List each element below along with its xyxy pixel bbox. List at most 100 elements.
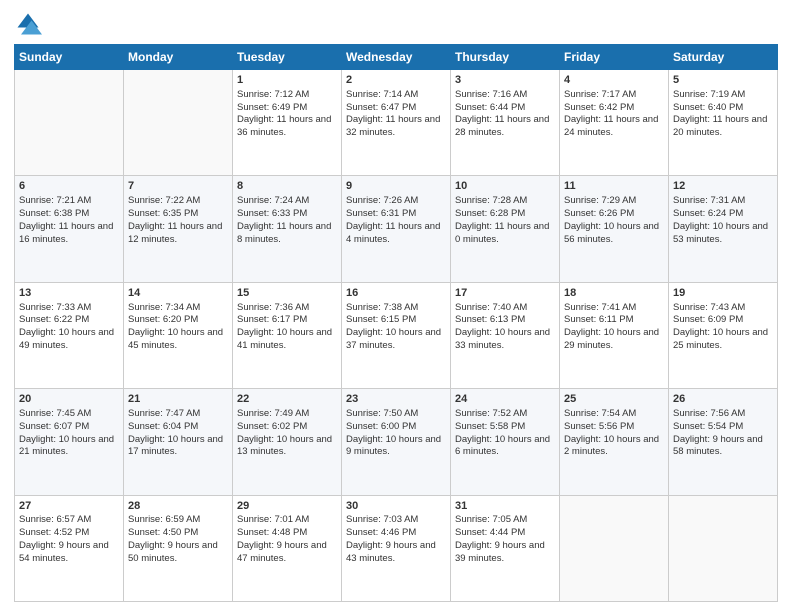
daylight-text: Daylight: 11 hours and 8 minutes. xyxy=(237,221,331,245)
calendar-header-monday: Monday xyxy=(124,45,233,70)
day-number: 5 xyxy=(673,73,773,88)
calendar-week-row: 27Sunrise: 6:57 AMSunset: 4:52 PMDayligh… xyxy=(15,495,778,601)
calendar-header-saturday: Saturday xyxy=(669,45,778,70)
sunset-text: Sunset: 6:33 PM xyxy=(237,208,307,219)
calendar-cell: 6Sunrise: 7:21 AMSunset: 6:38 PMDaylight… xyxy=(15,176,124,282)
calendar-cell: 29Sunrise: 7:01 AM Sunset: 4:48 PM Dayligh… xyxy=(233,495,342,601)
day-number: 31 xyxy=(455,499,555,514)
daylight-text: Daylight: 10 hours and 37 minutes. xyxy=(346,327,441,351)
calendar-cell: 19Sunrise: 7:43 AMSunset: 6:09 PMDayligh… xyxy=(669,282,778,388)
calendar-cell: 24Sunrise: 7:52 AMSunset: 5:58 PMDayligh… xyxy=(451,389,560,495)
calendar-cell: 11Sunrise: 7:29 AMSunset: 6:26 PMDayligh… xyxy=(560,176,669,282)
sunset-text: Sunset: 6:44 PM xyxy=(455,102,525,113)
day-number: 28 xyxy=(128,499,228,514)
daylight-text: Daylight: 10 hours and 29 minutes. xyxy=(564,327,659,351)
calendar-cell: 30Sunrise: 7:03 AMSunset: 4:46 PMDayligh… xyxy=(342,495,451,601)
calendar-cell: 1Sunrise: 7:12 AMSunset: 6:49 PMDaylight… xyxy=(233,70,342,176)
sunrise-text: Sunrise: 7:21 AM xyxy=(19,195,91,206)
sunrise-text: Sunrise: 7:03 AM xyxy=(346,514,418,525)
daylight-text: Daylight: 10 hours and 9 minutes. xyxy=(346,434,441,458)
day-number: 21 xyxy=(128,392,228,407)
sunrise-text: Sunrise: 7:17 AM xyxy=(564,89,636,100)
day-number: 30 xyxy=(346,499,446,514)
daylight-text: Daylight: 9 hours and 47 minutes. xyxy=(237,540,327,564)
calendar-cell: 21Sunrise: 7:47 AMSunset: 6:04 PMDayligh… xyxy=(124,389,233,495)
day-number: 3 xyxy=(455,73,555,88)
calendar-header-wednesday: Wednesday xyxy=(342,45,451,70)
logo-icon xyxy=(14,10,42,38)
day-number: 23 xyxy=(346,392,446,407)
daylight-text: Daylight: 10 hours and 45 minutes. xyxy=(128,327,223,351)
sunset-text: Sunset: 6:09 PM xyxy=(673,314,743,325)
calendar-cell: 23Sunrise: 7:50 AMSunset: 6:00 PMDayligh… xyxy=(342,389,451,495)
calendar-cell: 10Sunrise: 7:28 AMSunset: 6:28 PMDayligh… xyxy=(451,176,560,282)
sunset-text: Sunset: 6:38 PM xyxy=(19,208,89,219)
sunrise-text: Sunrise: 7:05 AM xyxy=(455,514,527,525)
sunset-text: Sunset: 6:15 PM xyxy=(346,314,416,325)
sunrise-text: Sunrise: 7:52 AM xyxy=(455,408,527,419)
day-number: 14 xyxy=(128,286,228,301)
sunrise-text: Sunrise: 7:38 AM xyxy=(346,302,418,313)
calendar-cell: 22Sunrise: 7:49 AM Sunset: 6:02 PM Dayligh… xyxy=(233,389,342,495)
day-number: 16 xyxy=(346,286,446,301)
calendar-cell: 26Sunrise: 7:56 AMSunset: 5:54 PMDayligh… xyxy=(669,389,778,495)
sunset-text: Sunset: 6:28 PM xyxy=(455,208,525,219)
day-number: 13 xyxy=(19,286,119,301)
sunset-text: Sunset: 4:48 PM xyxy=(237,527,307,538)
calendar-header-friday: Friday xyxy=(560,45,669,70)
sunrise-text: Sunrise: 7:26 AM xyxy=(346,195,418,206)
daylight-text: Daylight: 10 hours and 13 minutes. xyxy=(237,434,332,458)
sunrise-text: Sunrise: 7:01 AM xyxy=(237,514,309,525)
day-number: 25 xyxy=(564,392,664,407)
daylight-text: Daylight: 9 hours and 50 minutes. xyxy=(128,540,218,564)
calendar-cell xyxy=(669,495,778,601)
sunset-text: Sunset: 6:47 PM xyxy=(346,102,416,113)
sunset-text: Sunset: 6:42 PM xyxy=(564,102,634,113)
sunset-text: Sunset: 5:54 PM xyxy=(673,421,743,432)
daylight-text: Daylight: 11 hours and 20 minutes. xyxy=(673,114,767,138)
daylight-text: Daylight: 11 hours and 36 minutes. xyxy=(237,114,331,138)
calendar-cell: 20Sunrise: 7:45 AMSunset: 6:07 PMDayligh… xyxy=(15,389,124,495)
daylight-text: Daylight: 9 hours and 39 minutes. xyxy=(455,540,545,564)
sunrise-text: Sunrise: 7:31 AM xyxy=(673,195,745,206)
sunrise-text: Sunrise: 7:29 AM xyxy=(564,195,636,206)
sunset-text: Sunset: 4:44 PM xyxy=(455,527,525,538)
sunset-text: Sunset: 5:56 PM xyxy=(564,421,634,432)
calendar-week-row: 13Sunrise: 7:33 AMSunset: 6:22 PM Dayligh… xyxy=(15,282,778,388)
calendar-cell: 8Sunrise: 7:24 AMSunset: 6:33 PMDaylight… xyxy=(233,176,342,282)
calendar-cell: 28Sunrise: 6:59 AMSunset: 4:50 PMDayligh… xyxy=(124,495,233,601)
sunset-text: Sunset: 6:49 PM xyxy=(237,102,307,113)
sunrise-text: Sunrise: 7:49 AM xyxy=(237,408,309,419)
sunrise-text: Sunrise: 7:34 AM xyxy=(128,302,200,313)
day-number: 29 xyxy=(237,499,337,514)
calendar-week-row: 1Sunrise: 7:12 AMSunset: 6:49 PMDaylight… xyxy=(15,70,778,176)
calendar-header-thursday: Thursday xyxy=(451,45,560,70)
sunset-text: Sunset: 6:22 PM xyxy=(19,314,89,325)
logo xyxy=(14,10,46,38)
day-number: 4 xyxy=(564,73,664,88)
sunrise-text: Sunrise: 7:33 AM xyxy=(19,302,91,313)
sunset-text: Sunset: 6:00 PM xyxy=(346,421,416,432)
calendar-cell xyxy=(15,70,124,176)
day-number: 18 xyxy=(564,286,664,301)
day-number: 24 xyxy=(455,392,555,407)
day-number: 22 xyxy=(237,392,337,407)
daylight-text: Daylight: 10 hours and 49 minutes. xyxy=(19,327,114,351)
calendar-cell: 4Sunrise: 7:17 AMSunset: 6:42 PMDaylight… xyxy=(560,70,669,176)
sunrise-text: Sunrise: 7:14 AM xyxy=(346,89,418,100)
daylight-text: Daylight: 9 hours and 43 minutes. xyxy=(346,540,436,564)
sunset-text: Sunset: 6:26 PM xyxy=(564,208,634,219)
sunrise-text: Sunrise: 7:47 AM xyxy=(128,408,200,419)
page: SundayMondayTuesdayWednesdayThursdayFrid… xyxy=(0,0,792,612)
sunset-text: Sunset: 6:35 PM xyxy=(128,208,198,219)
sunrise-text: Sunrise: 7:16 AM xyxy=(455,89,527,100)
calendar-week-row: 20Sunrise: 7:45 AMSunset: 6:07 PMDayligh… xyxy=(15,389,778,495)
day-number: 7 xyxy=(128,179,228,194)
day-number: 20 xyxy=(19,392,119,407)
day-number: 17 xyxy=(455,286,555,301)
day-number: 2 xyxy=(346,73,446,88)
sunset-text: Sunset: 6:02 PM xyxy=(237,421,307,432)
sunrise-text: Sunrise: 7:41 AM xyxy=(564,302,636,313)
sunrise-text: Sunrise: 7:45 AM xyxy=(19,408,91,419)
sunrise-text: Sunrise: 7:19 AM xyxy=(673,89,745,100)
